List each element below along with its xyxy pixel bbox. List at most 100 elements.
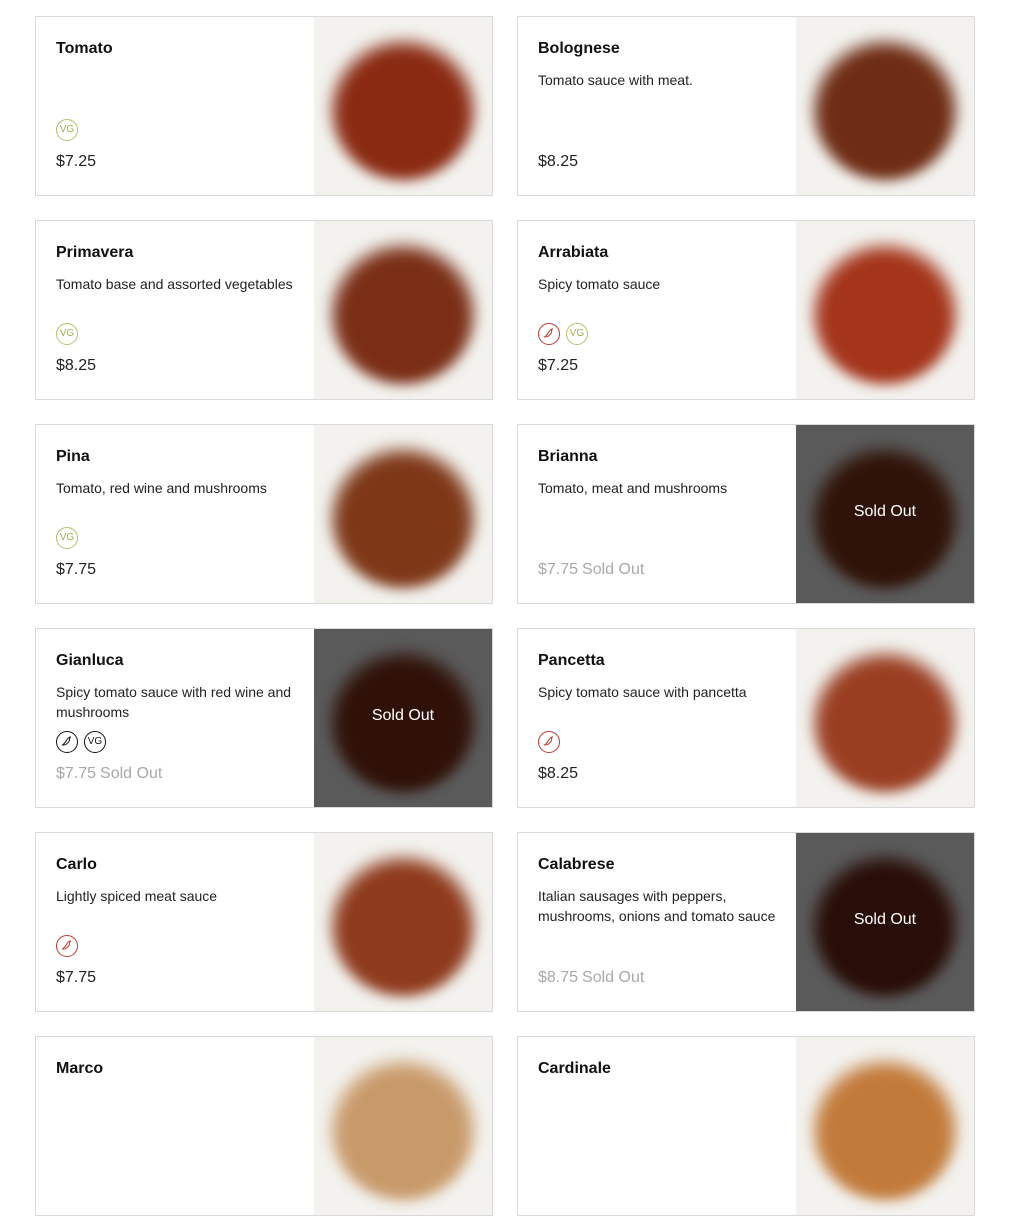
chili-pepper-icon [538,731,560,753]
menu-item-photo [314,833,492,1011]
menu-item-name: Primavera [56,244,134,261]
menu-item-info: Arrabiata Spicy tomato sauce VG $7.25 [538,221,788,399]
menu-item-price: $7.75 [56,969,97,986]
dietary-badges: VG [56,119,78,141]
menu-item-name: Pancetta [538,652,605,669]
menu-item-info: Pancetta Spicy tomato sauce with pancetta… [538,629,788,807]
menu-item-card[interactable]: Brianna Tomato, meat and mushrooms $7.75 So… [517,424,975,604]
menu-item-description: Tomato, red wine and mushrooms [56,480,267,496]
menu-item-card[interactable]: Pina Tomato, red wine and mushrooms VG $7.7… [35,424,493,604]
price-row: $8.25 [538,765,578,783]
menu-item-photo [796,629,974,807]
menu-item-info: Cardinale [538,1037,788,1215]
menu-item-description: Tomato base and assorted vegetables [56,276,293,292]
menu-item-description: Spicy tomato sauce [538,276,661,292]
menu-item-price: $7.25 [538,357,579,374]
menu-item-photo: Sold Out [796,833,974,1011]
menu-item-info: Calabrese Italian sausages with peppers, … [538,833,788,1011]
menu-item-name: Cardinale [538,1060,611,1077]
menu-item-info: Primavera Tomato base and assorted vegeta… [56,221,306,399]
price-row: $7.25 [56,153,96,171]
menu-item-card[interactable]: Gianluca Spicy tomato sauce with red wine… [35,628,493,808]
sauce-bowl-image [810,235,960,385]
vegetarian-badge: VG [56,527,78,549]
price-row: $7.75 Sold Out [538,561,644,579]
menu-item-price: $7.75 [56,561,97,578]
menu-item-name: Calabrese [538,856,615,873]
menu-item-card[interactable]: Marco [35,1036,493,1216]
chili-pepper-icon [56,731,78,753]
menu-item-price: $8.25 [538,153,579,170]
sauce-bowl-image [810,1051,960,1201]
menu-item-name: Carlo [56,856,97,873]
dietary-badges [56,935,78,957]
dietary-badges: VG [56,323,78,345]
menu-item-photo: Sold Out [796,425,974,603]
menu-item-price: $7.25 [56,153,97,170]
menu-item-card[interactable]: Pancetta Spicy tomato sauce with pancetta… [517,628,975,808]
price-row: $8.25 [56,357,96,375]
price-row: $7.75 Sold Out [56,765,162,783]
price-row: $7.75 [56,969,96,987]
menu-item-info: Tomato VG $7.25 [56,17,306,195]
chili-pepper-icon [538,323,560,345]
menu-item-card[interactable]: Calabrese Italian sausages with peppers, … [517,832,975,1012]
menu-item-description: Spicy tomato sauce with pancetta [538,684,747,700]
chili-pepper-icon [56,935,78,957]
menu-item-name: Arrabiata [538,244,609,261]
menu-item-name: Gianluca [56,652,124,669]
menu-item-price: $8.25 [538,765,579,782]
sold-out-overlay: Sold Out [371,707,435,724]
menu-item-description: Tomato sauce with meat. [538,72,693,88]
price-row: $7.25 [538,357,578,375]
menu-item-name: Marco [56,1060,104,1077]
price-row: $7.75 [56,561,96,579]
menu-item-name: Brianna [538,448,598,465]
menu-item-description: Lightly spiced meat sauce [56,888,218,904]
menu-item-photo [314,425,492,603]
dietary-badges [538,731,560,753]
menu-item-photo [314,1037,492,1215]
menu-item-card[interactable]: Arrabiata Spicy tomato sauce VG $7.25 [517,220,975,400]
menu-item-info: Bolognese Tomato sauce with meat. $8.25 [538,17,788,195]
vegetarian-badge: VG [56,323,78,345]
menu-item-price: $8.75 [538,969,579,986]
sauce-bowl-image [810,31,960,181]
menu-item-name: Pina [56,448,90,465]
price-row: $8.25 [538,153,578,171]
menu-item-name: Tomato [56,40,113,57]
menu-item-photo [314,17,492,195]
sold-out-label: Sold Out [100,765,163,782]
menu-item-photo: Sold Out [314,629,492,807]
menu-item-card[interactable]: Cardinale [517,1036,975,1216]
sauce-bowl-image [328,439,478,589]
menu-item-price: $8.25 [56,357,97,374]
menu-item-description: Italian sausages with peppers, mushrooms… [538,888,776,924]
sauce-bowl-image [328,847,478,997]
menu-item-info: Brianna Tomato, meat and mushrooms $7.75 So… [538,425,788,603]
sauce-bowl-image [810,643,960,793]
sold-out-overlay: Sold Out [853,503,917,520]
menu-item-photo [796,17,974,195]
menu-item-card[interactable]: Tomato VG $7.25 [35,16,493,196]
menu-item-description: Tomato, meat and mushrooms [538,480,728,496]
menu-item-info: Marco [56,1037,306,1215]
menu-item-card[interactable]: Primavera Tomato base and assorted vegeta… [35,220,493,400]
menu-item-price: $7.75 [56,765,97,782]
price-row: $8.75 Sold Out [538,969,644,987]
menu-item-info: Pina Tomato, red wine and mushrooms VG $7.7… [56,425,306,603]
dietary-badges: VG [56,731,106,753]
menu-item-card[interactable]: Bolognese Tomato sauce with meat. $8.25 [517,16,975,196]
menu-item-info: Carlo Lightly spiced meat sauce $7.75 [56,833,306,1011]
menu-item-price: $7.75 [538,561,579,578]
menu-item-card[interactable]: Carlo Lightly spiced meat sauce $7.75 [35,832,493,1012]
menu-item-name: Bolognese [538,40,620,57]
sauce-bowl-image [328,235,478,385]
sauce-bowl-image [328,31,478,181]
vegetarian-badge: VG [56,119,78,141]
sold-out-label: Sold Out [582,561,645,578]
vegetarian-badge: VG [84,731,106,753]
menu-item-photo [796,1037,974,1215]
sauce-bowl-image [328,1051,478,1201]
sold-out-overlay: Sold Out [853,911,917,928]
